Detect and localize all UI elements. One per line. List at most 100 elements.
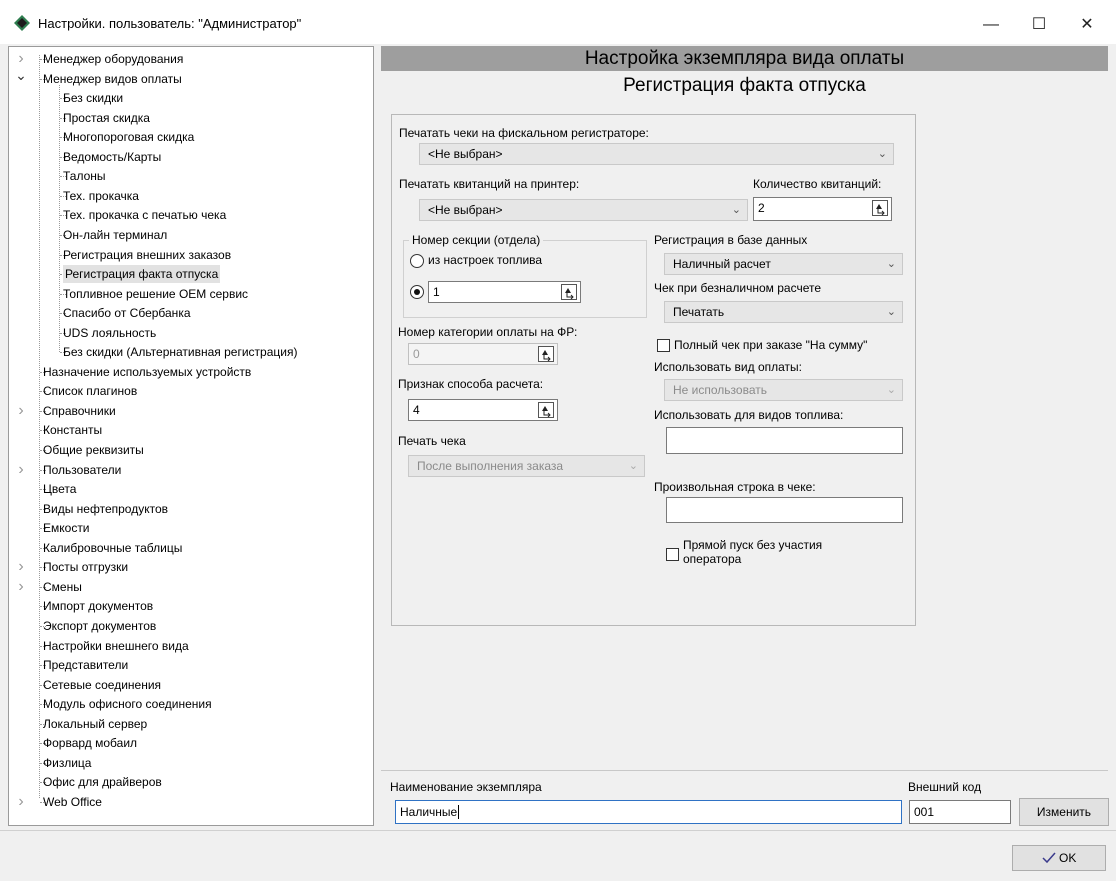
tree-item[interactable]: Офис для драйверов [9,773,369,791]
tree-item[interactable]: UDS лояльность [9,324,369,342]
section-radio-from-fuel[interactable] [410,254,424,268]
chevron-right-icon[interactable]: › [15,558,27,576]
tree-item[interactable]: Форвард мобаил [9,734,369,752]
tree-item[interactable]: › Менеджер оборудования [9,50,369,68]
tree-item[interactable]: Цвета [9,480,369,498]
tree-item[interactable]: › Пользователи [9,461,369,479]
tree-item-label: Локальный сервер [43,716,148,731]
receipt-printer-select[interactable]: <Не выбран> ⌄ [419,199,748,221]
section-groupbox [403,240,647,318]
chevron-right-icon[interactable]: › [15,578,27,596]
tree-item-label: Импорт документов [43,599,154,614]
receipt-count-stepper[interactable]: 2 [753,197,892,221]
tree-item[interactable]: Сетевые соединения [9,676,369,694]
text-cursor [458,805,460,819]
cashless-value: Печатать [673,305,725,319]
tree-item[interactable]: Список плагинов [9,382,369,400]
fiscal-printer-value: <Не выбран> [428,147,503,161]
calc-method-stepper[interactable]: 4 [408,399,558,421]
section-number-stepper[interactable]: 1 [428,281,581,303]
direct-start-label-line2: оператора [683,552,742,566]
calc-method-value: 4 [413,403,420,417]
tree-item[interactable]: Калибровочные таблицы [9,539,369,557]
tree-item-label: Справочники [43,403,116,418]
tree-item[interactable]: Тех. прокачка [9,187,369,205]
fuel-types-label: Использовать для видов топлива: [654,408,844,422]
ext-code-field[interactable]: 001 [909,800,1011,824]
section-radio-from-fuel-label: из настроек топлива [428,253,543,267]
tree-item[interactable]: Константы [9,421,369,439]
chevron-right-icon[interactable]: › [15,461,27,479]
tree-item-label: Физлица [43,755,92,770]
tree-item[interactable]: Без скидки (Альтернативная регистрация) [9,343,369,361]
close-button[interactable]: ✕ [1064,10,1110,40]
custom-line-field[interactable] [666,497,903,523]
tree-item[interactable]: ⌄ Менеджер видов оплаты [9,67,369,88]
panel-subheader: Регистрация факта отпуска [623,75,866,96]
tree-item[interactable]: Емкости [9,519,369,537]
fuel-types-field[interactable] [666,427,903,454]
tree-item[interactable]: Виды нефтепродуктов [9,500,369,518]
spin-icon[interactable] [561,284,577,300]
tree-item[interactable]: Экспорт документов [9,617,369,635]
tree-item[interactable]: Ведомость/Карты [9,148,369,166]
section-radio-custom[interactable] [410,285,424,299]
use-pay-type-value: Не использовать [673,383,767,397]
tree-item[interactable]: Регистрация факта отпуска [9,265,369,284]
tree-item[interactable]: Представители [9,656,369,674]
tree-item[interactable]: Локальный сервер [9,715,369,733]
tree-item[interactable]: Талоны [9,167,369,185]
maximize-button[interactable]: ☐ [1016,10,1062,40]
tree-item[interactable]: Простая скидка [9,109,369,127]
cashless-select[interactable]: Печатать ⌄ [664,301,903,323]
tree-item[interactable]: Он-лайн терминал [9,226,369,244]
section-number-value: 1 [433,285,440,299]
tree-item-label: Форвард мобаил [43,736,138,751]
tree-item-label: Многопороговая скидка [63,130,195,145]
db-reg-label: Регистрация в базе данных [654,233,808,247]
tree-item-label: Калибровочные таблицы [43,540,183,555]
tree-item[interactable]: Спасибо от Сбербанка [9,304,369,322]
tree-item[interactable]: Физлица [9,754,369,772]
tree-item[interactable]: Без скидки [9,89,369,107]
tree-item[interactable]: Многопороговая скидка [9,128,369,146]
tree-item-label: Регистрация внешних заказов [63,247,232,262]
fiscal-printer-label: Печатать чеки на фискальном регистраторе… [399,126,649,140]
print-receipt-value: После выполнения заказа [417,459,564,473]
tree-item-label: Настройки внешнего вида [43,638,189,653]
ok-button[interactable]: OK [1012,845,1106,871]
change-button[interactable]: Изменить [1019,798,1109,826]
tree-item-label: Без скидки [63,91,124,106]
tree-item[interactable]: › Справочники [9,402,369,420]
tree-item[interactable]: Назначение используемых устройств [9,363,369,381]
tree-item-label: Тех. прокачка с печатью чека [63,208,227,223]
db-reg-select[interactable]: Наличный расчет ⌄ [664,253,903,275]
full-check-checkbox[interactable] [657,339,670,352]
instance-name-field[interactable]: Наличные [395,800,902,824]
chevron-down-icon[interactable]: ⌄ [15,66,27,84]
tree-item-label: Цвета [43,482,77,497]
chevron-right-icon[interactable]: › [15,793,27,811]
full-check-label: Полный чек при заказе "На сумму" [674,338,868,352]
tree-item[interactable]: › Посты отгрузки [9,558,369,576]
tree-item-label: Топливное решение ОЕМ сервис [63,286,249,301]
tree-item[interactable]: › Web Office [9,793,369,811]
tree-item[interactable]: Тех. прокачка с печатью чека [9,206,369,224]
tree-item-label: Общие реквизиты [43,443,144,457]
spin-icon[interactable] [538,402,554,418]
tree-item[interactable]: › Смены [9,578,369,596]
minimize-button[interactable]: — [968,10,1014,40]
tree-item[interactable]: Настройки внешнего вида [9,637,369,655]
tree-item[interactable]: Топливное решение ОЕМ сервис [9,285,369,303]
spin-icon[interactable] [872,200,888,216]
tree-item[interactable]: Модуль офисного соединения [9,695,369,713]
chevron-right-icon[interactable]: › [15,402,27,420]
tree-item[interactable]: Общие реквизиты [9,441,369,459]
tree-item[interactable]: Импорт документов [9,597,369,615]
settings-tree[interactable]: › Менеджер оборудования ⌄ Менеджер видов оп… [8,46,374,826]
direct-start-checkbox[interactable] [666,548,679,561]
tree-item[interactable]: Регистрация внешних заказов [9,246,369,264]
fiscal-printer-select[interactable]: <Не выбран> ⌄ [419,143,894,165]
app-icon [14,15,30,31]
use-pay-type-label: Использовать вид оплаты: [654,360,803,374]
